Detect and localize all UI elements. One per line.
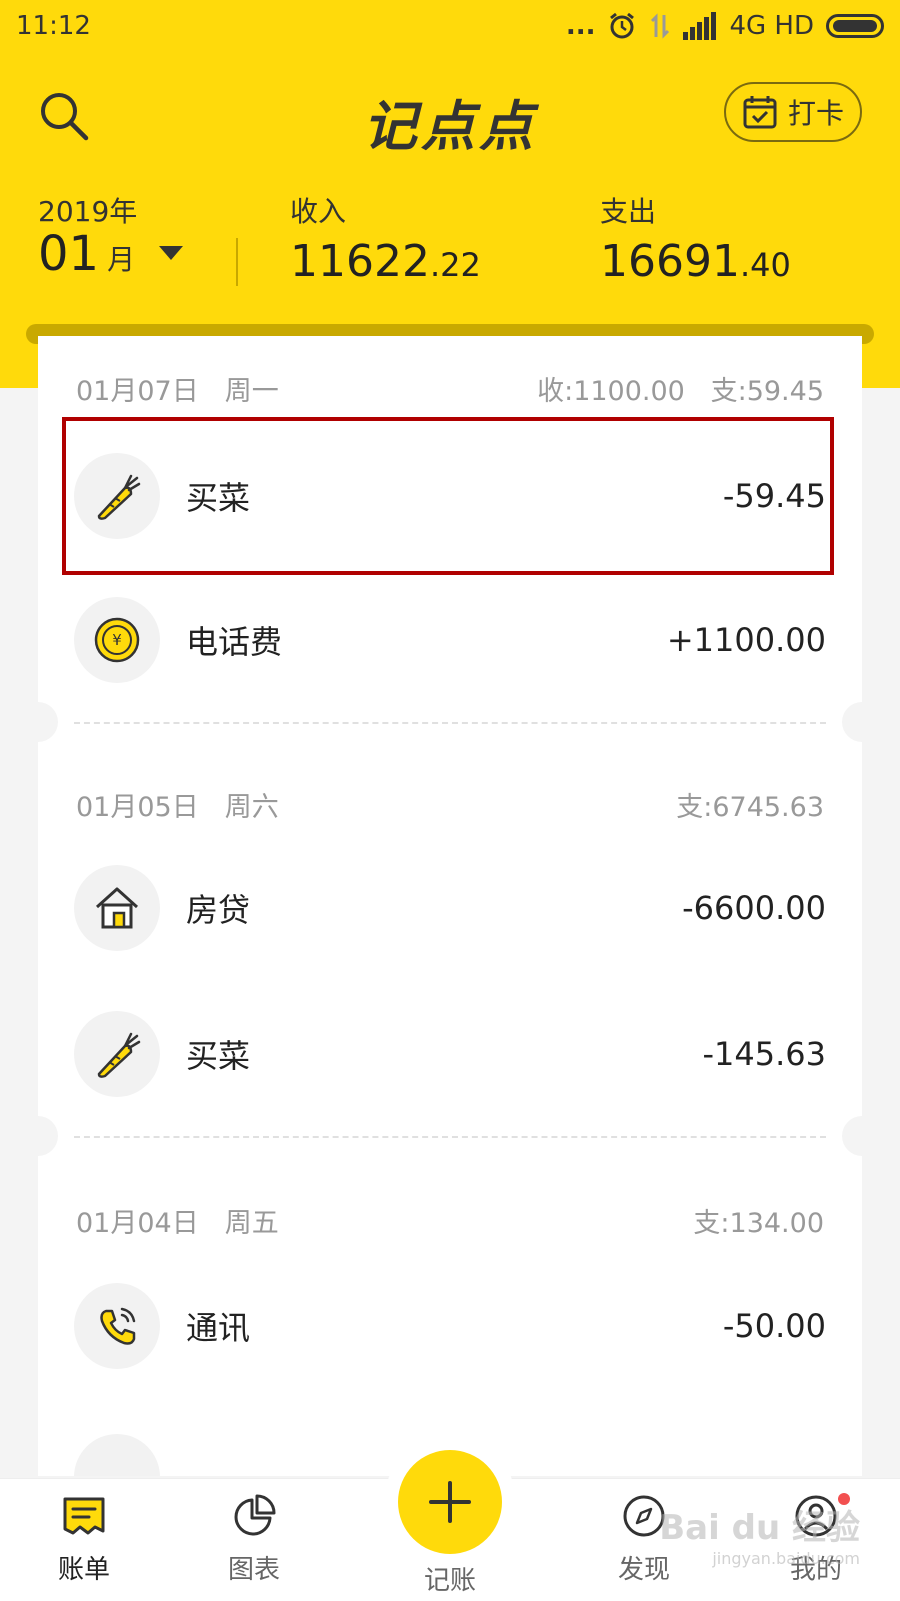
house-icon [95, 887, 139, 929]
income-label: 收入 [290, 195, 347, 228]
list-item[interactable]: 买菜 -145.63 [74, 1004, 826, 1104]
item-label: 买菜 [186, 479, 251, 517]
watermark: Bai du 经验 jingyan.baidu.com [659, 1500, 860, 1568]
checkin-label: 打卡 [787, 97, 844, 130]
item-amount: -50.00 [722, 1307, 826, 1345]
watermark-main: Bai du 经验 [659, 1508, 860, 1548]
tab-label: 账单 [57, 1555, 110, 1585]
signal-icon [683, 12, 717, 40]
tab-chart[interactable]: 图表 [194, 1493, 314, 1586]
month-unit: 月 [107, 243, 136, 276]
status-bar: 11:12 ... 4G HD [0, 0, 900, 52]
income-summary: 收入 11622.22 [290, 190, 481, 286]
card-notch-right [842, 702, 862, 742]
alarm-icon [610, 12, 635, 39]
tab-bill[interactable]: 账单 [24, 1493, 144, 1586]
tab-label: 图表 [227, 1555, 280, 1585]
carrot-icon [97, 1032, 141, 1078]
svg-text:¥: ¥ [112, 631, 122, 649]
day-date: 01月05日 [76, 791, 199, 823]
item-label: 买菜 [186, 1037, 251, 1075]
day-header: 01月07日 周一 收:1100.00 支:59.45 [76, 368, 824, 408]
watermark-sub: jingyan.baidu.com [712, 1549, 860, 1568]
summary-divider [236, 238, 238, 286]
card-notch-right [842, 1116, 862, 1156]
battery-icon [826, 14, 884, 38]
day-date: 01月07日 [76, 375, 199, 407]
day-separator [74, 1136, 826, 1138]
checkin-button[interactable]: 打卡 [724, 82, 862, 142]
income-decimal: .22 [429, 246, 481, 284]
item-label: 房贷 [186, 891, 251, 929]
month-number: 01 [38, 226, 100, 282]
card-notch-left [38, 702, 58, 742]
pie-chart-icon [234, 1494, 276, 1536]
day-weekday: 周五 [224, 1207, 279, 1239]
card-notch-left [38, 1116, 58, 1156]
month-picker[interactable]: 01 月 [38, 226, 184, 282]
data-transfer-icon [651, 13, 670, 39]
list-item[interactable]: ¥ 电话费 +1100.00 [74, 590, 826, 690]
day-weekday: 周一 [224, 375, 279, 407]
day-totals: 支:6745.63 [676, 791, 824, 823]
day-weekday: 周六 [224, 791, 279, 823]
carrot-icon [97, 474, 141, 520]
status-time: 11:12 [16, 11, 91, 41]
item-amount: -145.63 [702, 1035, 826, 1073]
day-header: 01月05日 周六 支:6745.63 [76, 784, 824, 824]
plus-icon [429, 1481, 471, 1523]
item-amount: -6600.00 [682, 889, 826, 927]
expense-summary: 支出 16691.40 [600, 190, 791, 286]
month-summary: 2019年 01 月 收入 11622.22 支出 16691.40 [0, 190, 900, 300]
app-bar: 记点点 打卡 [0, 70, 900, 160]
network-type: 4G HD [729, 11, 814, 41]
day-totals: 收:1100.00 支:59.45 [537, 375, 824, 407]
list-item[interactable]: 房贷 -6600.00 [74, 858, 826, 958]
day-totals: 支:134.00 [693, 1207, 824, 1239]
item-label: 通讯 [186, 1309, 251, 1347]
bill-icon [63, 1497, 105, 1535]
coin-icon: ¥ [94, 617, 140, 663]
list-item[interactable]: 买菜 -59.45 [74, 446, 826, 546]
item-amount: +1100.00 [666, 621, 826, 659]
day-date: 01月04日 [76, 1207, 199, 1239]
expense-integer: 16691 [600, 236, 740, 287]
expense-decimal: .40 [739, 246, 791, 284]
year-label: 2019年 [38, 195, 138, 228]
day-separator [74, 722, 826, 724]
income-integer: 11622 [290, 236, 430, 287]
item-amount: -59.45 [722, 477, 826, 515]
calendar-check-icon [743, 96, 777, 129]
phone-icon [100, 1307, 136, 1345]
add-record-label: 记账 [423, 1566, 476, 1596]
add-record-button[interactable] [398, 1450, 502, 1554]
expense-label: 支出 [600, 195, 657, 228]
item-label: 电话费 [186, 623, 283, 661]
day-header: 01月04日 周五 支:134.00 [76, 1200, 824, 1240]
bill-list[interactable]: 01月07日 周一 收:1100.00 支:59.45 买菜 -59.45 ¥ 电… [38, 336, 862, 1476]
list-item[interactable]: 通讯 -50.00 [74, 1276, 826, 1376]
list-item-partial [74, 1434, 160, 1476]
notification-dots: ... [565, 11, 596, 41]
caret-down-icon [159, 246, 184, 260]
